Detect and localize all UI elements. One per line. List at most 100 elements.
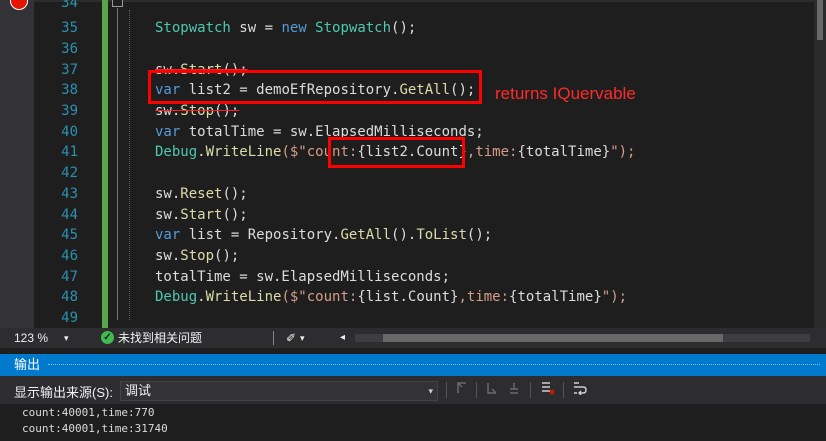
code-token: list = Repository. [180, 227, 341, 243]
code-cleanup-icon[interactable]: ✐ [286, 328, 296, 348]
go-to-next-icon[interactable] [486, 381, 498, 398]
code-token: (). [391, 227, 417, 243]
line-numbers: 34 35 36 37 38 39 40 41 42 43 44 45 46 4… [34, 0, 100, 328]
code-token: Stop [180, 248, 215, 264]
code-line-43[interactable]: sw.Reset(); [155, 184, 248, 205]
chevron-down-icon[interactable]: ▾ [428, 382, 433, 400]
word-wrap-icon[interactable] [573, 381, 587, 398]
line-number: 37 [61, 62, 78, 78]
line-number: 42 [61, 165, 78, 181]
output-line: count:40001,time:31740 [22, 422, 168, 435]
code-token: (); [466, 227, 493, 243]
zoom-dropdown-icon[interactable]: ▾ [64, 328, 69, 348]
divider [530, 382, 531, 398]
line-number: 45 [61, 227, 78, 243]
line-number: 46 [61, 248, 78, 264]
output-line: count:40001,time:770 [22, 406, 155, 419]
code-token: Reset [180, 186, 223, 202]
code-token: sw = [230, 20, 282, 36]
find-message-icon[interactable] [508, 381, 520, 398]
line-number: 44 [61, 207, 78, 223]
code-token: ,time: [458, 289, 510, 305]
breakpoint-icon[interactable] [10, 0, 28, 10]
indent-guide [129, 10, 130, 320]
line-number: 41 [61, 144, 78, 160]
code-token: WriteLine [205, 144, 282, 160]
code-line-39[interactable]: sw.Stop(); [155, 101, 239, 122]
code-token: var [155, 124, 181, 140]
code-token: GetAll [340, 227, 392, 243]
editor-top-border [0, 0, 826, 2]
code-token: Stopwatch [155, 20, 231, 36]
change-tracking-bar [102, 0, 108, 328]
output-panel-title[interactable]: 输出 [0, 354, 826, 376]
code-token: Start [180, 207, 223, 223]
highlight-box-getall [148, 70, 482, 104]
divider [476, 382, 477, 398]
line-number: 49 [61, 310, 78, 326]
divider [273, 331, 274, 345]
code-token: (); [222, 207, 248, 223]
line-number: 38 [61, 82, 78, 98]
code-token: sw. [155, 103, 181, 119]
vertical-scrollbar[interactable] [814, 0, 826, 328]
code-token: ,time: [466, 144, 518, 160]
code-line-45[interactable]: var list = Repository.GetAll().ToList(); [155, 225, 492, 246]
divider [446, 382, 447, 398]
code-token: sw. [155, 207, 181, 223]
code-token: (); [222, 186, 248, 202]
zoom-level[interactable]: 123 % [14, 328, 48, 348]
scrollbar-thumb[interactable] [817, 0, 823, 40]
code-token: . [197, 144, 206, 160]
code-token: Debug [155, 144, 198, 160]
code-token: (); [391, 20, 417, 36]
code-token: "); [610, 144, 636, 160]
output-toolbar: 显示输出来源(S): 调试 ▾ [0, 376, 826, 404]
divider [563, 382, 564, 398]
code-token: Stopwatch [315, 20, 392, 36]
highlight-box-count [328, 137, 465, 168]
code-line-46[interactable]: sw.Stop(); [155, 246, 239, 267]
code-line-48[interactable]: Debug.WriteLine($"count:{list.Count},tim… [155, 287, 627, 308]
output-source-select[interactable]: 调试 ▾ [120, 381, 438, 401]
code-line-47[interactable]: totalTime = sw.ElapsedMilliseconds; [155, 267, 450, 288]
code-token: sw. [155, 186, 181, 202]
output-title-text: 输出 [14, 357, 41, 372]
code-token: . [197, 289, 206, 305]
code-token: Debug [155, 289, 198, 305]
output-content[interactable]: count:40001,time:770 count:40001,time:31… [0, 404, 826, 441]
code-token: {totalTime} [509, 289, 602, 305]
code-cleanup-dropdown-icon[interactable]: ▾ [300, 328, 305, 348]
line-number: 48 [61, 289, 78, 305]
output-source-label: 显示输出来源(S): [14, 385, 113, 400]
code-line-44[interactable]: sw.Start(); [155, 205, 248, 226]
title-grip [48, 364, 820, 366]
code-token: {list.Count} [357, 289, 459, 305]
code-token: ToList [416, 227, 467, 243]
code-token: (); [214, 103, 240, 119]
issues-status[interactable]: 未找到相关问题 [118, 328, 202, 348]
scroll-left-icon[interactable]: ◂ [340, 328, 345, 348]
code-line-35[interactable]: Stopwatch sw = new Stopwatch(); [155, 18, 416, 39]
glyph-margin[interactable] [0, 0, 34, 328]
code-editor[interactable]: 34 35 36 37 38 39 40 41 42 43 44 45 46 4… [0, 0, 826, 328]
code-token: "); [601, 289, 628, 305]
line-number: 43 [61, 186, 78, 202]
horizontal-scrollbar-thumb[interactable] [383, 334, 723, 342]
collapse-toggle-icon[interactable] [112, 0, 123, 7]
line-number: 39 [61, 103, 78, 119]
code-token: Stop [180, 103, 215, 119]
line-number: 40 [61, 124, 78, 140]
editor-status-bar: 123 % ▾ ✓ 未找到相关问题 ✐ ▾ ◂ [0, 328, 826, 348]
code-token: {totalTime} [517, 144, 611, 160]
check-circle-icon: ✓ [101, 331, 114, 344]
code-token: ($"count: [281, 289, 358, 305]
line-number: 36 [61, 41, 78, 57]
go-to-previous-icon[interactable] [456, 381, 468, 398]
clear-all-icon[interactable] [541, 381, 555, 398]
output-source-value: 调试 [125, 383, 152, 398]
code-token: WriteLine [205, 289, 282, 305]
line-number: 34 [61, 0, 78, 11]
code-token: sw. [155, 248, 181, 264]
